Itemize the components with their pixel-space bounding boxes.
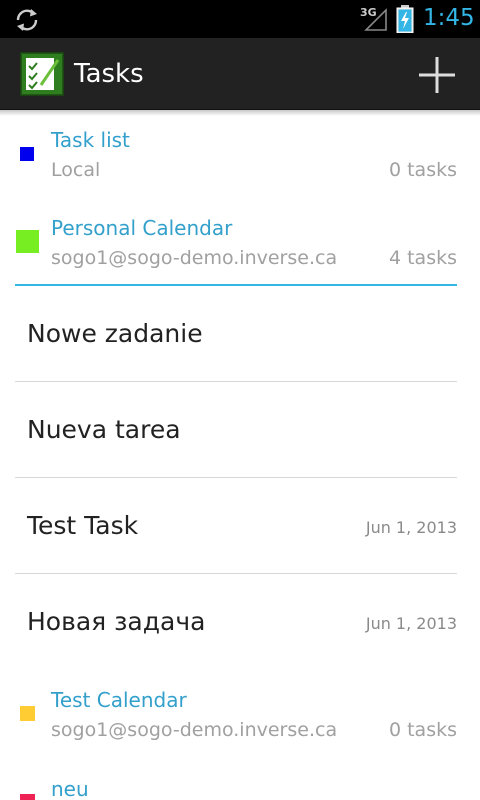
group-color-swatch [20,147,34,161]
task-due-date: Jun 1, 2013 [365,614,457,633]
group-header-test-calendar[interactable]: Test Calendar sogo1@sogo-demo.inverse.ca… [0,676,480,760]
task-row[interactable]: Nueva tarea [0,382,480,478]
status-bar: 3G 1:45 [0,0,480,38]
clock: 1:45 [423,5,475,31]
group-task-count: 4 tasks [388,247,457,269]
group-task-count: 0 tasks [388,159,457,181]
group-name: Test Calendar [51,688,187,712]
group-color-swatch [20,706,35,721]
signal-icon: 3G [358,6,388,32]
sync-icon [16,9,38,31]
group-name: neu [51,777,89,800]
group-header-neu[interactable]: neu [0,764,480,800]
group-task-count: 0 tasks [388,719,457,741]
group-header-task-list[interactable]: Task list Local 0 tasks [0,116,480,200]
task-row[interactable]: Test Task Jun 1, 2013 [0,478,480,574]
group-account: sogo1@sogo-demo.inverse.ca [51,719,338,741]
task-due-date: Jun 1, 2013 [365,518,457,537]
task-title: Новая задача [27,607,206,636]
task-row[interactable]: Новая задача Jun 1, 2013 [0,574,480,670]
task-title: Nowe zadanie [27,319,203,348]
group-name: Task list [51,128,130,152]
group-color-swatch [16,230,39,253]
task-row[interactable]: Nowe zadanie [0,286,480,382]
task-title: Test Task [27,511,139,540]
group-account: Local [51,159,101,181]
battery-charging-icon [396,5,414,33]
group-account: sogo1@sogo-demo.inverse.ca [51,247,338,269]
plus-icon [419,57,455,93]
group-header-personal-calendar[interactable]: Personal Calendar sogo1@sogo-demo.invers… [0,204,480,284]
action-bar: Tasks [0,38,480,110]
group-color-swatch [20,794,35,800]
add-task-button[interactable] [408,46,466,104]
group-name: Personal Calendar [51,216,233,240]
page-title: Tasks [74,59,144,89]
tasks-app-icon[interactable] [20,52,64,96]
task-title: Nueva tarea [27,415,181,444]
